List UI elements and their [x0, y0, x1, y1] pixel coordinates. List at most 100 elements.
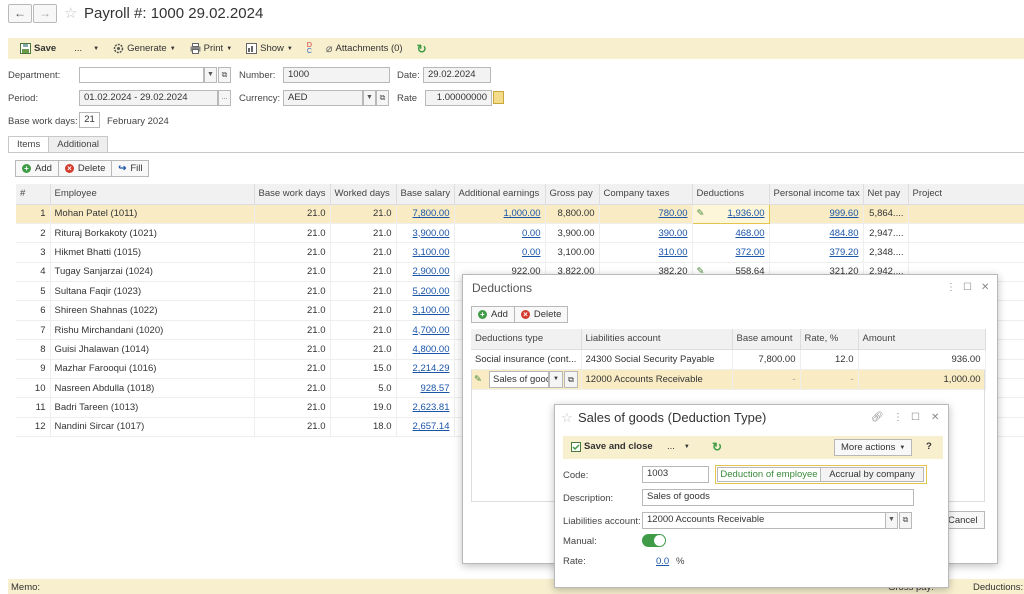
base-work-days-cell[interactable]: 21.0 [254, 397, 331, 418]
row-number-cell[interactable]: 6 [16, 300, 51, 321]
more-menu-button[interactable]: ... ▼ [64, 43, 105, 54]
liabilities-account-cell[interactable]: 24300 Social Security Payable [581, 349, 733, 370]
worked-days-cell[interactable]: 5.0 [330, 378, 397, 399]
worked-days-cell[interactable]: 15.0 [330, 359, 397, 380]
base-work-days-cell[interactable]: 21.0 [254, 204, 331, 224]
employee-cell[interactable]: Nandini Sircar (1017) [50, 417, 255, 438]
deductions-cell[interactable]: 372.00 [692, 242, 770, 263]
close-icon[interactable]: ✕ [981, 282, 989, 293]
delete-row-button[interactable]: × Delete [57, 160, 113, 177]
deductions-cell[interactable]: ✎ 1,936.00 [691, 203, 770, 224]
maximize-icon[interactable]: ☐ [963, 282, 972, 293]
row-number-cell[interactable]: 8 [16, 339, 51, 360]
period-field[interactable]: 01.02.2024 - 29.02.2024 [79, 90, 218, 106]
base-work-days-cell[interactable]: 21.0 [254, 378, 331, 399]
worked-days-cell[interactable]: 21.0 [330, 339, 397, 360]
personal-income-tax-cell[interactable]: 484.80 [769, 223, 864, 244]
value-link[interactable]: 780.00 [658, 208, 687, 219]
company-taxes-cell[interactable]: 390.00 [599, 223, 693, 244]
base-work-days-cell[interactable]: 21.0 [254, 417, 331, 438]
table-row[interactable]: Social insurance (cont... 24300 Social S… [471, 349, 986, 370]
tab-items[interactable]: Items [8, 136, 50, 152]
deductions-cell[interactable]: 468.00 [692, 223, 770, 244]
row-number-cell[interactable]: 4 [16, 262, 51, 283]
period-select-button[interactable]: ... [218, 90, 231, 106]
employee-cell[interactable]: Rishu Mirchandani (1020) [50, 320, 255, 341]
gross-pay-cell[interactable]: 3,100.00 [545, 242, 600, 263]
grid-col-gross-pay[interactable]: Gross pay [545, 184, 600, 205]
base-salary-cell[interactable]: 3,100.00 [396, 300, 455, 321]
grid-col-row-number[interactable]: # [16, 184, 51, 205]
value-link[interactable]: 2,657.14 [413, 421, 450, 432]
grid-col-deductions[interactable]: Deductions [692, 184, 770, 205]
grid-col-personal-income-tax[interactable]: Personal income tax [769, 184, 864, 205]
deductions-col-account[interactable]: Liabilities account [581, 329, 733, 350]
deduction-of-employee-option[interactable]: Deduction of employee [717, 467, 821, 482]
deductions-delete-button[interactable]: × Delete [513, 306, 569, 323]
net-pay-cell[interactable]: 2,348.... [863, 242, 909, 263]
accrual-by-company-option[interactable]: Accrual by company [820, 467, 924, 482]
row-number-cell[interactable]: 7 [16, 320, 51, 341]
project-cell[interactable] [908, 223, 1024, 244]
forward-button[interactable]: → [33, 4, 57, 23]
employee-cell[interactable]: Guisi Jhalawan (1014) [50, 339, 255, 360]
grid-col-net-pay[interactable]: Net pay [863, 184, 909, 205]
gross-pay-cell[interactable]: 8,800.00 [545, 204, 600, 224]
base-work-days-cell[interactable]: 21.0 [254, 339, 331, 360]
grid-col-employee[interactable]: Employee [50, 184, 255, 205]
manual-toggle[interactable] [642, 534, 666, 547]
row-number-cell[interactable]: 5 [16, 281, 51, 302]
value-link[interactable]: 379.20 [829, 247, 858, 258]
base-work-days-cell[interactable]: 21.0 [254, 262, 331, 283]
deductions-add-button[interactable]: + Add [471, 306, 515, 323]
worked-days-cell[interactable]: 18.0 [330, 417, 397, 438]
more-actions-button[interactable]: More actions ▼ [834, 439, 913, 456]
base-salary-cell[interactable]: 2,623.81 [396, 397, 455, 418]
currency-open-button[interactable]: ⧉ [376, 90, 389, 106]
back-button[interactable]: ← [8, 4, 32, 23]
base-salary-cell[interactable]: 3,100.00 [396, 242, 455, 263]
grid-col-base-work-days[interactable]: Base work days [254, 184, 331, 205]
worked-days-cell[interactable]: 21.0 [330, 300, 397, 321]
deductions-col-type[interactable]: Deductions type [471, 329, 582, 350]
number-field[interactable]: 1000 [283, 67, 390, 83]
grid-col-worked-days[interactable]: Worked days [330, 184, 397, 205]
employee-cell[interactable]: Shireen Shahnas (1022) [50, 300, 255, 321]
base-salary-cell[interactable]: 4,700.00 [396, 320, 455, 341]
employee-cell[interactable]: Nasreen Abdulla (1018) [50, 378, 255, 399]
grid-col-company-taxes[interactable]: Company taxes [599, 184, 693, 205]
department-dropdown[interactable]: ▼ [204, 67, 217, 83]
grid-col-additional-earnings[interactable]: Additional earnings [454, 184, 546, 205]
net-pay-cell[interactable]: 2,947.... [863, 223, 909, 244]
more-vertical-icon[interactable]: ⋮ [893, 412, 903, 423]
rate-field[interactable]: 1.00000000 [425, 90, 492, 106]
description-field[interactable]: Sales of goods [642, 489, 914, 506]
additional-earnings-cell[interactable]: 0.00 [454, 242, 546, 263]
favorite-star-icon[interactable]: ☆ [64, 4, 77, 22]
value-link[interactable]: 5,200.00 [413, 286, 450, 297]
worked-days-cell[interactable]: 21.0 [330, 320, 397, 341]
value-link[interactable]: 3,100.00 [413, 305, 450, 316]
base-salary-cell[interactable]: 928.57 [396, 378, 455, 399]
row-number-cell[interactable]: 3 [16, 242, 51, 263]
more-menu-button[interactable]: ... ▼ [661, 441, 696, 452]
company-taxes-cell[interactable]: 310.00 [599, 242, 693, 263]
value-link[interactable]: 7,800.00 [413, 208, 450, 219]
tab-additional[interactable]: Additional [48, 136, 108, 152]
employee-cell[interactable]: Mazhar Farooqui (1016) [50, 359, 255, 380]
worked-days-cell[interactable]: 19.0 [330, 397, 397, 418]
grid-col-project[interactable]: Project [908, 184, 1024, 205]
currency-field[interactable]: AED [283, 90, 363, 106]
more-vertical-icon[interactable]: ⋮ [946, 282, 956, 293]
project-cell[interactable] [908, 242, 1024, 263]
account-open-button[interactable]: ⧉ [899, 512, 912, 529]
value-link[interactable]: 0.00 [522, 247, 541, 258]
base-work-days-field[interactable]: 21 [79, 112, 100, 128]
company-taxes-cell[interactable]: 780.00 [599, 204, 693, 224]
value-link[interactable]: 928.57 [420, 383, 449, 394]
deductions-col-rate[interactable]: Rate, % [800, 329, 859, 350]
department-field[interactable] [79, 67, 204, 83]
personal-income-tax-cell[interactable]: 999.60 [769, 204, 864, 224]
value-link[interactable]: 484.80 [829, 228, 858, 239]
help-button[interactable]: ? [926, 441, 932, 452]
